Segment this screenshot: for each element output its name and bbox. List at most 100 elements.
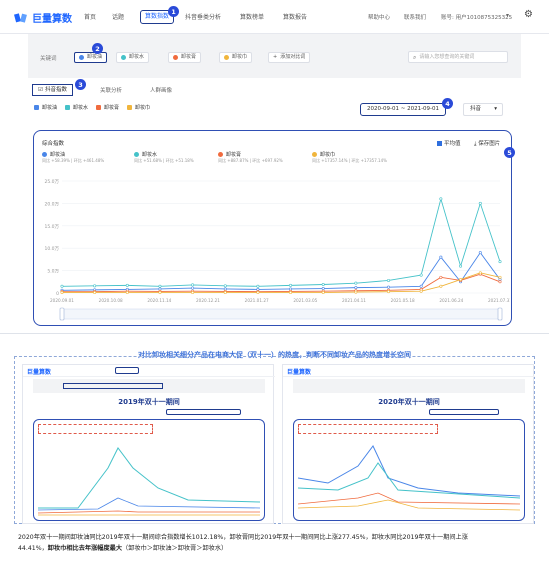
nav-vertical-analysis[interactable]: 抖音垂类分析: [185, 12, 221, 21]
date-range-picker[interactable]: 2020-09-01 ~ 2021-09-01: [360, 103, 446, 116]
gear-icon[interactable]: ⚙: [524, 9, 533, 20]
data-point: [419, 273, 423, 277]
y-tick-label: 25.0万: [44, 179, 59, 185]
tab-related-analysis[interactable]: 关联分析: [100, 86, 122, 94]
legend-item: 卸妆水 同比 +51.68% | 环比 +51.18%: [134, 151, 194, 164]
series-dot: [121, 55, 126, 60]
conclusion-line-2: 44.41%，卸妆巾相比去年涨幅度最大（卸妆巾＞卸妆油＞卸妆膏＞卸妆水）: [18, 543, 538, 554]
keyword-chip-water[interactable]: 卸妆水: [116, 52, 150, 63]
conclusion-highlight: 卸妆巾相比去年涨幅度最大: [47, 545, 123, 552]
conclusion-line-1: 2020年双十一期间卸妆油同比2019年双十一期间综合指数增长1012.18%，…: [18, 534, 468, 541]
tab-audience-profile[interactable]: 人群画像: [150, 86, 172, 94]
legend-item: 卸妆膏 同比 +887.87% | 环比 +697.92%: [218, 151, 283, 164]
legend-item: 卸妆油 同比 +58.39% | 环比 +461.48%: [42, 151, 104, 164]
nav-report[interactable]: 算数报告: [283, 12, 307, 21]
filter-label: 卸妆膏: [104, 105, 120, 111]
filter-label: 卸妆水: [73, 105, 89, 111]
checkbox-icon: [96, 105, 102, 110]
data-point: [60, 291, 64, 295]
line-chart[interactable]: 25.0万 20.0万 15.0万 10.0万 5.0万 02020.09.01 2020.…: [34, 175, 510, 325]
series-filter-row: 卸妆油 卸妆水 卸妆膏 卸妆巾: [34, 104, 150, 111]
chevron-down-icon[interactable]: ▾: [506, 12, 509, 19]
conclusion-part: （卸妆巾＞卸妆油＞卸妆膏＞卸妆水）: [122, 545, 228, 552]
platform-select[interactable]: 抖音 ▾: [463, 103, 503, 116]
data-point: [93, 291, 97, 295]
mini-logo: 巨量算数: [27, 369, 52, 376]
range-slider-handle[interactable]: [497, 307, 503, 321]
top-navbar: 巨量算数 首页 话题 算数指数 1 抖音垂类分析 算数榜单 算数报告 帮助中心 …: [0, 0, 549, 34]
plus-icon: +: [273, 54, 278, 60]
data-point: [439, 197, 443, 201]
annotation-badge-3: 3: [75, 79, 86, 90]
data-point: [289, 291, 293, 295]
data-point: [60, 284, 64, 288]
panel-2020: 巨量算数 2020年双十一期间: [282, 364, 535, 524]
filter-wipe[interactable]: 卸妆巾: [127, 104, 150, 111]
app-name: 巨量算数: [32, 14, 72, 25]
keyword-chip-oil[interactable]: 卸妆油: [74, 52, 108, 63]
contact-link[interactable]: 联系我们: [404, 13, 426, 21]
add-keyword-button[interactable]: + 添加对比词: [268, 52, 311, 63]
x-tick-label: 2020.11.14: [147, 298, 171, 303]
data-point: [191, 283, 195, 287]
nav-topic[interactable]: 话题: [112, 12, 124, 21]
nav-rank[interactable]: 算数榜单: [240, 12, 264, 21]
x-tick-label: 2020.09.01: [50, 298, 74, 303]
series-dot: [173, 55, 178, 60]
mini-date-picker: [166, 409, 241, 415]
legend-name: 卸妆巾: [320, 152, 336, 158]
section-divider: [0, 333, 549, 334]
y-tick-label: 15.0万: [44, 224, 59, 230]
y-tick-label: 20.0万: [44, 201, 59, 207]
legend-stat: 同比 +51.68% | 环比 +51.18%: [134, 158, 194, 163]
mini-navbar: 巨量算数: [23, 365, 275, 377]
range-slider-track[interactable]: [61, 308, 501, 320]
data-point: [419, 284, 423, 288]
user-account[interactable]: 账号: 用户1010875325325: [441, 13, 512, 21]
data-point: [354, 281, 358, 285]
legend-dot: [218, 152, 223, 157]
chevron-down-icon: ▾: [494, 106, 497, 112]
x-tick-label: 2020.12.21: [196, 298, 220, 303]
avg-toggle[interactable]: 平均值: [437, 139, 461, 147]
app-logo[interactable]: 巨量算数: [14, 10, 72, 25]
x-tick-label: 2021.07.31: [488, 298, 510, 303]
data-point: [289, 287, 293, 291]
search-input[interactable]: ⌕ 请输入您想查询的关键词: [408, 51, 508, 63]
data-point: [354, 290, 358, 294]
data-point: [191, 286, 195, 290]
data-point: [158, 287, 162, 291]
legend-name: 卸妆膏: [226, 152, 242, 158]
data-point: [478, 201, 482, 205]
main-chart-panel: 综合指数 平均值 ⤓ 保存图片 5 卸妆油 同比 +58.39% | 环比 +46…: [33, 130, 515, 326]
y-tick-label: 10.0万: [44, 246, 59, 252]
data-point: [439, 275, 443, 279]
help-link[interactable]: 帮助中心: [368, 13, 390, 21]
data-point: [321, 291, 325, 295]
keyword-label: 卸妆油: [87, 54, 103, 60]
data-point: [498, 275, 502, 279]
checkbox-icon: [34, 105, 39, 110]
keyword-chip-cream[interactable]: 卸妆膏: [168, 52, 202, 63]
legend-stat: 同比 +17357.14% | 环比 +17357.14%: [312, 158, 387, 163]
keyword-chip-wipe[interactable]: 卸妆巾: [219, 52, 253, 63]
panel-title: 2019年双十一期间: [118, 398, 180, 406]
filter-oil[interactable]: 卸妆油: [34, 104, 57, 111]
platform-value: 抖音: [470, 106, 482, 112]
mini-navbar: 巨量算数: [283, 365, 535, 377]
data-point: [459, 278, 463, 282]
conclusion-text: 2020年双十一期间卸妆油同比2019年双十一期间综合指数增长1012.18%，…: [18, 532, 538, 554]
save-image-button[interactable]: ⤓ 保存图片: [474, 139, 500, 148]
data-point: [387, 278, 391, 282]
tab-douyin-index[interactable]: ☑ 抖音指数: [32, 84, 73, 96]
nav-home[interactable]: 首页: [84, 12, 96, 21]
data-point: [256, 291, 260, 295]
filter-label: 卸妆巾: [135, 105, 151, 111]
mini-date-picker: [429, 409, 499, 415]
range-slider-handle[interactable]: [59, 307, 65, 321]
filter-label: 卸妆油: [42, 105, 58, 111]
mini-legend-highlight: [38, 424, 153, 434]
filter-cream[interactable]: 卸妆膏: [96, 104, 119, 111]
filter-water[interactable]: 卸妆水: [65, 104, 88, 111]
legend-stat: 同比 +58.39% | 环比 +461.48%: [42, 158, 105, 163]
